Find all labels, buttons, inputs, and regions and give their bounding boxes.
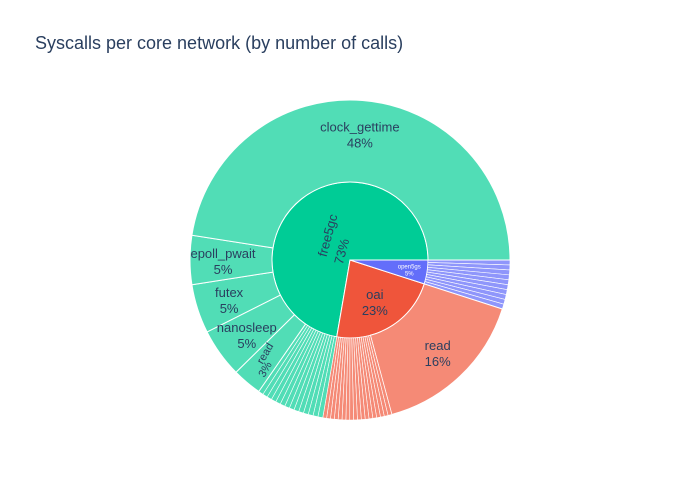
inner-label-open5gs: open5gs [398,264,421,270]
inner-label-oai: oai [366,287,383,302]
outer-label-free5gc-nanosleep: nanosleep [217,320,277,335]
outer-label-free5gc-epoll-pwait: epoll_pwait [190,246,255,261]
outer-label-oai-read-percent: 16% [425,354,451,369]
sunburst-chart: free5gc73%oai23%open5gs5%clock_gettime48… [189,99,511,421]
outer-label-free5gc-clock-gettime-percent: 48% [347,135,373,150]
outer-label-free5gc-nanosleep-percent: 5% [237,336,256,351]
outer-label-free5gc-futex-percent: 5% [220,301,239,316]
inner-label-oai-percent: 23% [362,303,388,318]
inner-label-open5gs-percent: 5% [405,271,414,277]
outer-label-free5gc-clock-gettime: clock_gettime [320,119,399,134]
outer-label-free5gc-epoll-pwait-percent: 5% [214,262,233,277]
outer-label-free5gc-futex: futex [215,285,244,300]
outer-label-oai-read: read [425,338,451,353]
